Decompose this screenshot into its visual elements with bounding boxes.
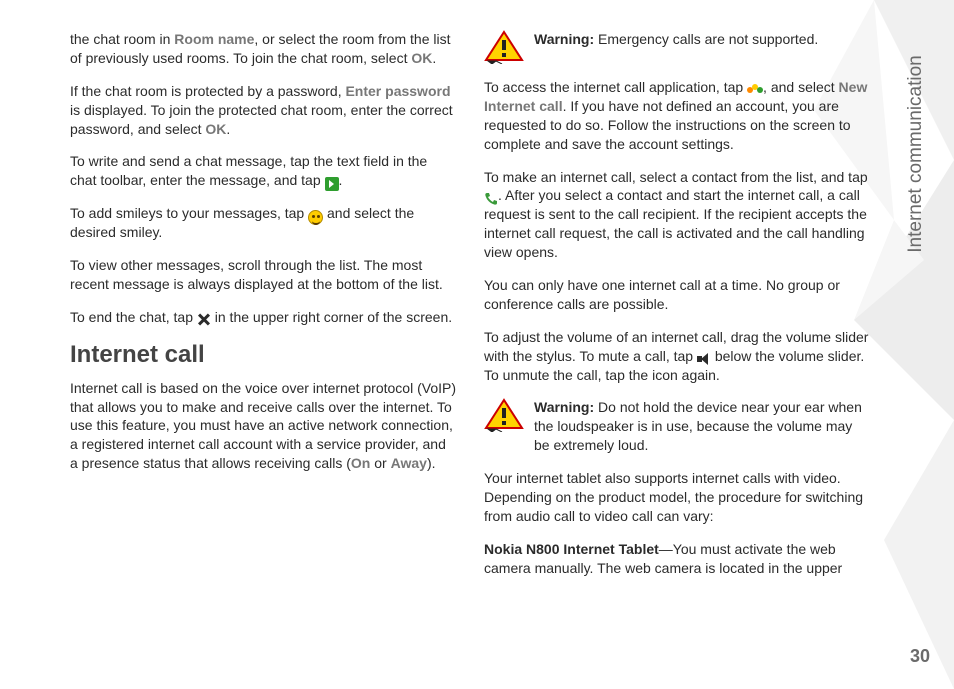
chat-password-text: If the chat room is protected by a passw… — [70, 82, 456, 139]
warning-label: Warning: — [534, 399, 594, 415]
call-single-text: You can only have one internet call at a… — [484, 276, 870, 314]
mute-icon — [697, 353, 711, 365]
left-column: the chat room in Room name, or select th… — [70, 30, 456, 592]
contacts-icon — [747, 84, 763, 96]
chat-room-select-text: the chat room in Room name, or select th… — [70, 30, 456, 68]
close-icon — [197, 313, 211, 327]
ui-label-ok: OK — [205, 121, 226, 137]
chat-send-text: To write and send a chat message, tap th… — [70, 152, 456, 190]
right-column: Warning: Emergency calls are not support… — [484, 30, 870, 592]
chat-end-text: To end the chat, tap in the upper right … — [70, 308, 456, 327]
ui-label-on: On — [351, 455, 370, 471]
warning-label: Warning: — [534, 31, 594, 47]
ui-label-room-name: Room name — [174, 31, 254, 47]
page-content: the chat room in Room name, or select th… — [70, 30, 870, 592]
chat-smiley-text: To add smileys to your messages, tap and… — [70, 204, 456, 242]
call-volume-text: To adjust the volume of an internet call… — [484, 328, 870, 385]
smiley-icon — [308, 210, 323, 225]
section-side-label: Internet communication — [904, 24, 928, 284]
send-icon — [325, 177, 339, 191]
page-number: 30 — [910, 646, 930, 667]
internet-call-intro: Internet call is based on the voice over… — [70, 379, 456, 473]
call-make-text: To make an internet call, select a conta… — [484, 168, 870, 262]
ui-label-away: Away — [391, 455, 427, 471]
internet-call-heading: Internet call — [70, 341, 456, 369]
warning-icon — [484, 30, 524, 64]
phone-icon — [484, 192, 498, 206]
device-name: Nokia N800 Internet Tablet — [484, 541, 659, 557]
n800-text: Nokia N800 Internet Tablet—You must acti… — [484, 540, 870, 578]
ui-label-ok: OK — [411, 50, 432, 66]
chat-scroll-text: To view other messages, scroll through t… — [70, 256, 456, 294]
warning-emergency: Warning: Emergency calls are not support… — [484, 30, 870, 64]
warning-loudspeaker: Warning: Do not hold the device near you… — [484, 398, 870, 455]
call-access-text: To access the internet call application,… — [484, 78, 870, 154]
video-call-text: Your internet tablet also supports inter… — [484, 469, 870, 526]
ui-label-enter-password: Enter password — [345, 83, 450, 99]
warning-icon — [484, 398, 524, 432]
